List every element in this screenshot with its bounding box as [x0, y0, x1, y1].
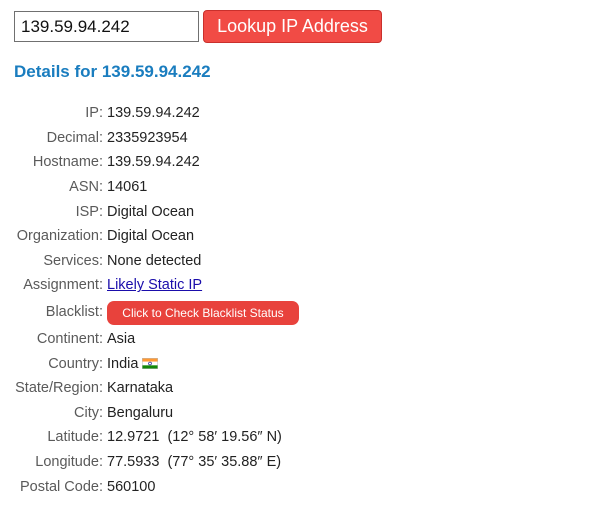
assignment-link[interactable]: Likely Static IP: [107, 277, 202, 293]
india-flag-icon: [142, 358, 159, 370]
row-services: Services: None detected: [0, 249, 299, 274]
postal-code-label: Postal Code:: [19, 478, 103, 495]
details-table: IP: 139.59.94.242 Decimal: 2335923954 Ho…: [0, 101, 299, 499]
asn-value: 14061: [107, 179, 148, 196]
continent-value: Asia: [107, 331, 136, 348]
row-continent: Continent: Asia: [0, 327, 299, 352]
city-label: City:: [74, 404, 103, 421]
decimal-label: Decimal:: [46, 129, 103, 146]
longitude-value: 77.5933 (77° 35′ 35.88″ E): [107, 454, 282, 471]
postal-code-value: 560100: [107, 478, 156, 495]
row-state: State/Region: Karnataka: [0, 376, 299, 401]
country-label: Country:: [48, 355, 103, 372]
row-blacklist: Blacklist: Click to Check Blacklist Stat…: [0, 298, 299, 327]
lookup-ip-button[interactable]: Lookup IP Address: [203, 10, 382, 43]
row-organization: Organization: Digital Ocean: [0, 224, 299, 249]
row-city: City: Bengaluru: [0, 401, 299, 426]
country-value: India: [107, 355, 159, 372]
organization-value: Digital Ocean: [107, 228, 195, 245]
decimal-value: 2335923954: [107, 129, 188, 146]
city-value: Bengaluru: [107, 404, 174, 421]
row-ip: IP: 139.59.94.242: [0, 101, 299, 126]
isp-label: ISP:: [75, 203, 103, 220]
blacklist-value: Click to Check Blacklist Status: [107, 300, 299, 325]
check-blacklist-button[interactable]: Click to Check Blacklist Status: [107, 300, 299, 325]
ip-value: 139.59.94.242: [107, 105, 200, 122]
hostname-label: Hostname:: [32, 154, 103, 171]
state-label: State/Region:: [15, 380, 103, 397]
details-title: Details for 139.59.94.242: [14, 62, 211, 81]
row-decimal: Decimal: 2335923954: [0, 126, 299, 151]
row-postal-code: Postal Code: 560100: [0, 474, 299, 499]
row-country: Country: India: [0, 351, 299, 376]
latitude-label: Latitude:: [47, 429, 103, 446]
ip-address-input[interactable]: [14, 11, 199, 42]
isp-value: Digital Ocean: [107, 203, 195, 220]
row-assignment: Assignment: Likely Static IP: [0, 273, 299, 298]
services-value: None detected: [107, 252, 202, 269]
continent-label: Continent:: [36, 331, 103, 348]
asn-label: ASN:: [69, 179, 103, 196]
latitude-value: 12.9721 (12° 58′ 19.56″ N): [107, 429, 282, 446]
longitude-label: Longitude:: [35, 454, 103, 471]
assignment-value: Likely Static IP: [107, 277, 202, 293]
row-longitude: Longitude: 77.5933 (77° 35′ 35.88″ E): [0, 450, 299, 475]
hostname-value: 139.59.94.242: [107, 154, 200, 171]
state-value: Karnataka: [107, 380, 174, 397]
assignment-label: Assignment:: [23, 277, 103, 294]
row-hostname: Hostname: 139.59.94.242: [0, 150, 299, 175]
organization-label: Organization:: [16, 228, 103, 245]
row-isp: ISP: Digital Ocean: [0, 199, 299, 224]
row-latitude: Latitude: 12.9721 (12° 58′ 19.56″ N): [0, 425, 299, 450]
ip-label: IP:: [85, 105, 103, 122]
row-asn: ASN: 14061: [0, 175, 299, 200]
lookup-form: Lookup IP Address: [14, 10, 382, 43]
services-label: Services:: [43, 252, 103, 269]
blacklist-label: Blacklist:: [45, 304, 103, 321]
country-name: India: [107, 355, 139, 372]
